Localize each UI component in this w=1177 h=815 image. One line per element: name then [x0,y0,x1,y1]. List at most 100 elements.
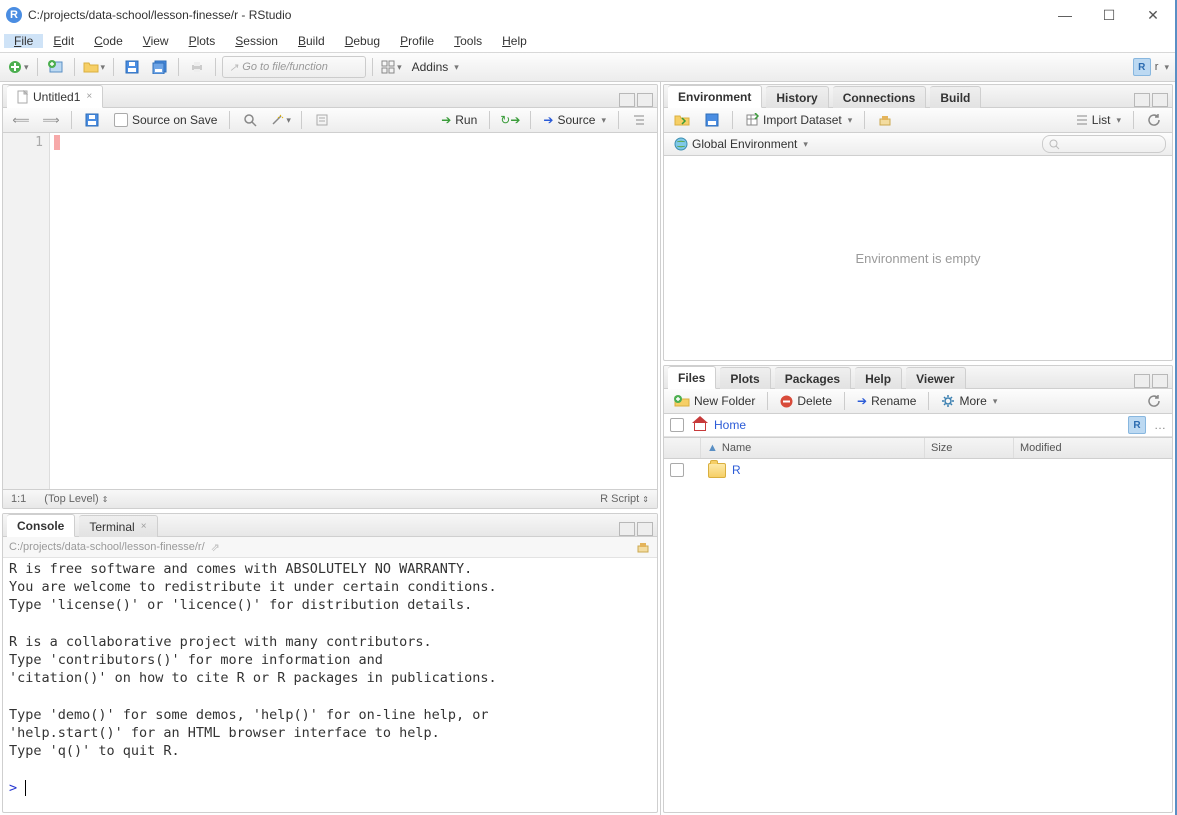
rerun-button[interactable]: ↻➔ [498,110,522,130]
file-name[interactable]: R [732,463,741,477]
pane-minimize[interactable] [1134,374,1150,388]
menu-build[interactable]: Build [288,34,335,48]
env-search-input[interactable] [1042,135,1166,153]
row-checkbox[interactable] [670,463,684,477]
refresh-env-button[interactable] [1142,110,1166,130]
menu-profile[interactable]: Profile [390,34,444,48]
tab-connections[interactable]: Connections [833,86,927,108]
grid-button[interactable]: ▾ [379,57,404,77]
tab-plots[interactable]: Plots [720,367,770,389]
select-all-checkbox[interactable] [670,418,684,432]
save-button[interactable] [120,57,144,77]
tab-files[interactable]: Files [668,366,716,389]
pane-minimize[interactable] [619,522,635,536]
console-tabbar: Console Terminal× [3,514,657,537]
files-pane: Files Plots Packages Help Viewer New Fol… [663,365,1173,813]
code-area[interactable] [50,133,657,489]
project-icon: R [1133,58,1151,76]
view-mode-button[interactable]: List▾ [1072,111,1125,129]
pane-window-controls [619,93,653,107]
back-button[interactable]: ⟸ [9,110,33,130]
col-size[interactable]: Size [925,438,1014,458]
col-name[interactable]: ▲Name [701,438,925,458]
menu-file[interactable]: File [4,34,43,48]
new-folder-button[interactable]: New Folder [670,392,759,410]
files-columns: ▲Name Size Modified [664,437,1172,459]
pane-maximize[interactable] [637,93,653,107]
print-button[interactable] [185,57,209,77]
home-icon[interactable] [692,419,706,431]
tab-history[interactable]: History [766,86,828,108]
source-button[interactable]: ➔Source▾ [539,111,610,129]
pane-minimize[interactable] [619,93,635,107]
menu-view[interactable]: View [133,34,179,48]
clear-env-button[interactable] [873,110,897,130]
project-menu[interactable]: R r▾ [1133,57,1169,77]
forward-button[interactable]: ⟹ [39,110,63,130]
more-path-button[interactable]: … [1154,418,1166,432]
goto-placeholder: Go to file/function [242,61,328,73]
document-outline-button[interactable] [310,110,334,130]
load-workspace-button[interactable] [670,110,694,130]
find-button[interactable] [238,110,262,130]
separator [37,58,38,76]
tab-viewer[interactable]: Viewer [906,367,965,389]
wand-button[interactable]: ▾ [268,110,293,130]
new-project-button[interactable] [44,57,68,77]
source-tab[interactable]: Untitled1 × [7,85,103,108]
save-source-button[interactable] [80,110,104,130]
tab-build[interactable]: Build [930,86,981,108]
source-pane: Untitled1 × ⟸ ⟹ Source on Save ▾ [2,84,658,509]
maximize-button[interactable]: ☐ [1087,0,1131,30]
delete-icon [780,395,793,408]
tab-close-icon[interactable]: × [86,91,92,102]
menu-plots[interactable]: Plots [179,34,226,48]
menu-edit[interactable]: Edit [43,34,84,48]
goto-file-input[interactable]: ↗ Go to file/function [222,56,366,78]
open-file-button[interactable]: ▾ [81,57,108,77]
menu-tools[interactable]: Tools [444,34,492,48]
pane-maximize[interactable] [1152,374,1168,388]
addins-button[interactable]: Addins▾ [408,58,463,76]
pane-maximize[interactable] [637,522,653,536]
menu-code[interactable]: Code [84,34,133,48]
tab-packages[interactable]: Packages [775,367,851,389]
console-tab[interactable]: Console [7,514,75,537]
pane-maximize[interactable] [1152,93,1168,107]
tab-help[interactable]: Help [855,367,902,389]
save-all-button[interactable] [148,57,172,77]
tab-close-icon[interactable]: × [141,521,147,532]
minimize-button[interactable]: — [1043,0,1087,30]
run-button[interactable]: ➔Run [437,111,481,129]
save-workspace-button[interactable] [700,110,724,130]
more-button[interactable]: More▾ [937,392,1001,410]
close-button[interactable]: ✕ [1131,0,1175,30]
home-link[interactable]: Home [714,418,746,432]
rename-button[interactable]: ➔Rename [853,392,920,410]
col-modified[interactable]: Modified [1014,438,1172,458]
pane-minimize[interactable] [1134,93,1150,107]
scope-selector[interactable]: (Top Level) ⇕ [44,493,108,505]
file-row[interactable]: R [664,459,1172,481]
path-popup-icon[interactable]: ⇗ [211,541,220,554]
clear-console-button[interactable] [635,540,651,554]
import-dataset-button[interactable]: Import Dataset▾ [741,111,856,129]
refresh-files-button[interactable] [1142,391,1166,411]
delete-button[interactable]: Delete [776,392,836,410]
tab-environment[interactable]: Environment [668,85,762,108]
line-gutter: 1 [3,133,50,489]
source-on-save-checkbox[interactable]: Source on Save [110,111,221,129]
console-output[interactable]: R is free software and comes with ABSOLU… [3,558,657,812]
menu-help[interactable]: Help [492,34,537,48]
run-arrow-icon: ➔ [441,113,451,127]
new-file-button[interactable]: ▾ [6,57,31,77]
editor[interactable]: 1 [3,133,657,489]
project-shortcut-icon[interactable]: R [1128,416,1146,434]
env-scope-selector[interactable]: Global Environment▾ [670,135,812,153]
menu-debug[interactable]: Debug [335,34,390,48]
outline-toggle-button[interactable] [627,110,651,130]
menu-session[interactable]: Session [225,34,288,48]
file-type[interactable]: R Script ⇕ [600,493,649,505]
rstudio-logo-icon: R [6,7,22,23]
terminal-tab[interactable]: Terminal× [79,515,157,537]
